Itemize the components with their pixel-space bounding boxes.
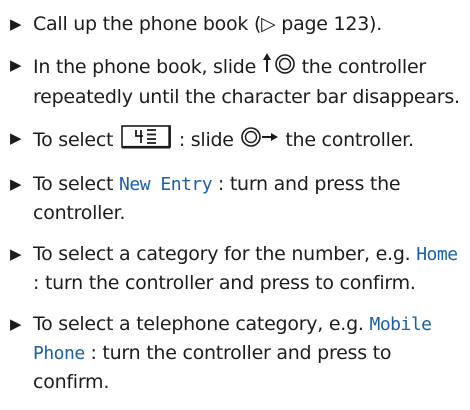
step-text: Call up the phone book (▷ page 123).	[33, 13, 382, 35]
step-text-before: To select	[33, 129, 120, 151]
bullet-arrow-icon: ▶	[10, 15, 22, 33]
step-select-options-symbol: ▶ To select : slide the controller.	[10, 124, 466, 157]
bullet-arrow-icon: ▶	[10, 175, 22, 193]
step-text-after: the controller.	[285, 129, 414, 151]
step-text-after: : turn the controller and press to confi…	[33, 342, 392, 393]
step-text-before: In the phone book, slide	[33, 56, 262, 78]
step-text-before: To select	[33, 173, 120, 195]
menu-item-home: Home	[416, 244, 458, 265]
step-text-after: : turn the controller and press to confi…	[33, 272, 416, 294]
instruction-list: ▶ Call up the phone book (▷ page 123). ▶…	[10, 10, 466, 409]
bullet-arrow-icon: ▶	[10, 129, 22, 147]
step-select-telephone-category: ▶ To select a telephone category, e.g. M…	[10, 310, 466, 396]
step-slide-up-controller: ▶ In the phone book, slide the controlle…	[10, 51, 466, 111]
bullet-arrow-icon: ▶	[10, 56, 22, 74]
menu-item-new-entry: New Entry	[119, 174, 213, 195]
phonebook-options-symbol-icon	[121, 125, 171, 157]
slide-right-controller-icon	[240, 124, 280, 156]
bullet-arrow-icon: ▶	[10, 245, 22, 263]
step-call-up-phone-book: ▶ Call up the phone book (▷ page 123).	[10, 10, 466, 38]
step-text-before: To select a telephone category, e.g.	[33, 313, 370, 335]
bullet-arrow-icon: ▶	[10, 315, 22, 333]
slide-up-controller-icon	[262, 51, 296, 83]
step-select-new-entry: ▶ To select New Entry : turn and press t…	[10, 170, 466, 227]
step-text-middle: : slide	[178, 129, 240, 151]
step-text-before: To select a category for the number, e.g…	[33, 243, 417, 265]
step-select-number-category: ▶ To select a category for the number, e…	[10, 240, 466, 297]
